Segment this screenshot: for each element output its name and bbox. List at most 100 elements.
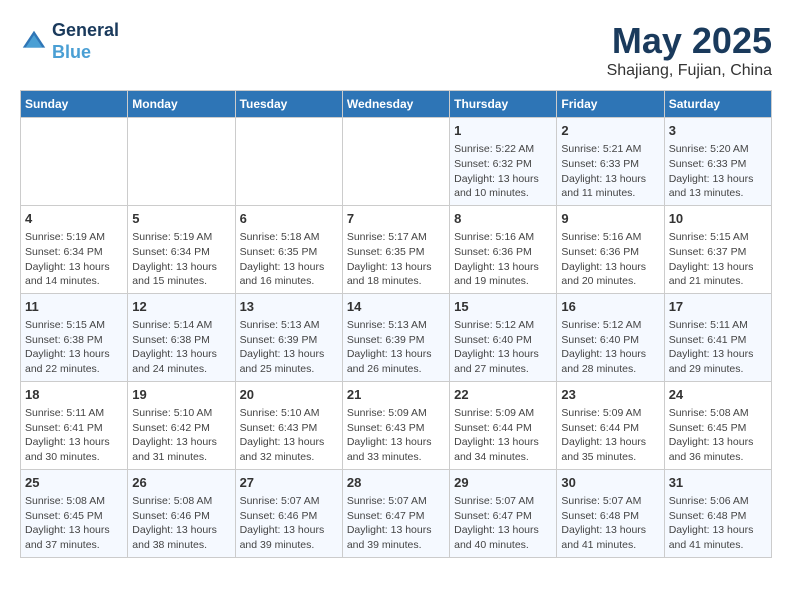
day-number: 21 bbox=[347, 386, 445, 404]
day-content: Sunrise: 5:08 AM Sunset: 6:46 PM Dayligh… bbox=[132, 494, 230, 553]
day-content: Sunrise: 5:09 AM Sunset: 6:44 PM Dayligh… bbox=[454, 406, 552, 465]
day-cell: 18 Sunrise: 5:11 AM Sunset: 6:41 PM Dayli… bbox=[21, 381, 128, 469]
header-wednesday: Wednesday bbox=[342, 91, 449, 118]
day-content: Sunrise: 5:12 AM Sunset: 6:40 PM Dayligh… bbox=[561, 318, 659, 377]
header-thursday: Thursday bbox=[450, 91, 557, 118]
day-cell: 3 Sunrise: 5:20 AM Sunset: 6:33 PM Daylig… bbox=[664, 118, 771, 206]
day-content: Sunrise: 5:10 AM Sunset: 6:43 PM Dayligh… bbox=[240, 406, 338, 465]
day-number: 26 bbox=[132, 474, 230, 492]
day-content: Sunrise: 5:07 AM Sunset: 6:46 PM Dayligh… bbox=[240, 494, 338, 553]
day-number: 18 bbox=[25, 386, 123, 404]
day-number: 31 bbox=[669, 474, 767, 492]
week-row-2: 4 Sunrise: 5:19 AM Sunset: 6:34 PM Daylig… bbox=[21, 205, 772, 293]
calendar-table: SundayMondayTuesdayWednesdayThursdayFrid… bbox=[20, 90, 772, 558]
day-content: Sunrise: 5:11 AM Sunset: 6:41 PM Dayligh… bbox=[25, 406, 123, 465]
day-cell: 5 Sunrise: 5:19 AM Sunset: 6:34 PM Daylig… bbox=[128, 205, 235, 293]
day-cell: 31 Sunrise: 5:06 AM Sunset: 6:48 PM Dayli… bbox=[664, 469, 771, 557]
week-row-3: 11 Sunrise: 5:15 AM Sunset: 6:38 PM Dayli… bbox=[21, 293, 772, 381]
day-cell: 4 Sunrise: 5:19 AM Sunset: 6:34 PM Daylig… bbox=[21, 205, 128, 293]
day-cell: 8Sunrise: 5:16 AM Sunset: 6:36 PM Daylig… bbox=[450, 205, 557, 293]
day-number: 23 bbox=[561, 386, 659, 404]
day-cell: 16 Sunrise: 5:12 AM Sunset: 6:40 PM Dayli… bbox=[557, 293, 664, 381]
day-cell: 19 Sunrise: 5:10 AM Sunset: 6:42 PM Dayli… bbox=[128, 381, 235, 469]
day-content: Sunrise: 5:06 AM Sunset: 6:48 PM Dayligh… bbox=[669, 494, 767, 553]
week-row-4: 18 Sunrise: 5:11 AM Sunset: 6:41 PM Dayli… bbox=[21, 381, 772, 469]
day-content: Sunrise: 5:21 AM Sunset: 6:33 PM Dayligh… bbox=[561, 142, 659, 201]
day-content: Sunrise: 5:22 AM Sunset: 6:32 PM Dayligh… bbox=[454, 142, 552, 201]
day-number: 11 bbox=[25, 298, 123, 316]
sub-title: Shajiang, Fujian, China bbox=[607, 62, 772, 80]
header-sunday: Sunday bbox=[21, 91, 128, 118]
day-number: 5 bbox=[132, 210, 230, 228]
day-content: Sunrise: 5:09 AM Sunset: 6:44 PM Dayligh… bbox=[561, 406, 659, 465]
day-cell: 12 Sunrise: 5:14 AM Sunset: 6:38 PM Dayli… bbox=[128, 293, 235, 381]
day-content: Sunrise: 5:11 AM Sunset: 6:41 PM Dayligh… bbox=[669, 318, 767, 377]
day-number: 27 bbox=[240, 474, 338, 492]
day-cell: 6Sunrise: 5:18 AM Sunset: 6:35 PM Daylig… bbox=[235, 205, 342, 293]
day-number: 6 bbox=[240, 210, 338, 228]
day-number: 8 bbox=[454, 210, 552, 228]
day-cell bbox=[128, 118, 235, 206]
day-cell: 17 Sunrise: 5:11 AM Sunset: 6:41 PM Dayli… bbox=[664, 293, 771, 381]
day-number: 20 bbox=[240, 386, 338, 404]
day-cell bbox=[21, 118, 128, 206]
day-number: 7 bbox=[347, 210, 445, 228]
day-number: 24 bbox=[669, 386, 767, 404]
day-cell: 23 Sunrise: 5:09 AM Sunset: 6:44 PM Dayli… bbox=[557, 381, 664, 469]
day-number: 10 bbox=[669, 210, 767, 228]
day-cell: 7 Sunrise: 5:17 AM Sunset: 6:35 PM Daylig… bbox=[342, 205, 449, 293]
week-row-5: 25 Sunrise: 5:08 AM Sunset: 6:45 PM Dayli… bbox=[21, 469, 772, 557]
day-content: Sunrise: 5:19 AM Sunset: 6:34 PM Dayligh… bbox=[25, 230, 123, 289]
day-number: 19 bbox=[132, 386, 230, 404]
week-row-1: 1Sunrise: 5:22 AM Sunset: 6:32 PM Daylig… bbox=[21, 118, 772, 206]
day-content: Sunrise: 5:07 AM Sunset: 6:47 PM Dayligh… bbox=[454, 494, 552, 553]
day-cell: 26 Sunrise: 5:08 AM Sunset: 6:46 PM Dayli… bbox=[128, 469, 235, 557]
day-number: 15 bbox=[454, 298, 552, 316]
day-cell: 10 Sunrise: 5:15 AM Sunset: 6:37 PM Dayli… bbox=[664, 205, 771, 293]
day-number: 17 bbox=[669, 298, 767, 316]
day-number: 2 bbox=[561, 122, 659, 140]
day-cell: 24 Sunrise: 5:08 AM Sunset: 6:45 PM Dayli… bbox=[664, 381, 771, 469]
day-cell: 13Sunrise: 5:13 AM Sunset: 6:39 PM Dayli… bbox=[235, 293, 342, 381]
day-number: 16 bbox=[561, 298, 659, 316]
day-cell: 11 Sunrise: 5:15 AM Sunset: 6:38 PM Dayli… bbox=[21, 293, 128, 381]
day-number: 29 bbox=[454, 474, 552, 492]
day-cell: 27 Sunrise: 5:07 AM Sunset: 6:46 PM Dayli… bbox=[235, 469, 342, 557]
day-cell: 30Sunrise: 5:07 AM Sunset: 6:48 PM Dayli… bbox=[557, 469, 664, 557]
day-content: Sunrise: 5:12 AM Sunset: 6:40 PM Dayligh… bbox=[454, 318, 552, 377]
day-number: 14 bbox=[347, 298, 445, 316]
header-friday: Friday bbox=[557, 91, 664, 118]
day-cell: 20 Sunrise: 5:10 AM Sunset: 6:43 PM Dayli… bbox=[235, 381, 342, 469]
day-cell bbox=[342, 118, 449, 206]
day-content: Sunrise: 5:19 AM Sunset: 6:34 PM Dayligh… bbox=[132, 230, 230, 289]
day-number: 25 bbox=[25, 474, 123, 492]
day-cell: 29 Sunrise: 5:07 AM Sunset: 6:47 PM Dayli… bbox=[450, 469, 557, 557]
day-content: Sunrise: 5:16 AM Sunset: 6:36 PM Dayligh… bbox=[561, 230, 659, 289]
header-saturday: Saturday bbox=[664, 91, 771, 118]
day-content: Sunrise: 5:15 AM Sunset: 6:37 PM Dayligh… bbox=[669, 230, 767, 289]
day-number: 4 bbox=[25, 210, 123, 228]
day-number: 3 bbox=[669, 122, 767, 140]
logo: General Blue bbox=[20, 20, 119, 63]
page-header: General Blue May 2025 Shajiang, Fujian, … bbox=[20, 20, 772, 80]
day-number: 9 bbox=[561, 210, 659, 228]
day-number: 30 bbox=[561, 474, 659, 492]
day-cell: 2 Sunrise: 5:21 AM Sunset: 6:33 PM Daylig… bbox=[557, 118, 664, 206]
day-content: Sunrise: 5:20 AM Sunset: 6:33 PM Dayligh… bbox=[669, 142, 767, 201]
day-content: Sunrise: 5:10 AM Sunset: 6:42 PM Dayligh… bbox=[132, 406, 230, 465]
day-content: Sunrise: 5:17 AM Sunset: 6:35 PM Dayligh… bbox=[347, 230, 445, 289]
day-content: Sunrise: 5:14 AM Sunset: 6:38 PM Dayligh… bbox=[132, 318, 230, 377]
day-content: Sunrise: 5:08 AM Sunset: 6:45 PM Dayligh… bbox=[669, 406, 767, 465]
logo-icon bbox=[20, 28, 48, 56]
day-number: 12 bbox=[132, 298, 230, 316]
day-content: Sunrise: 5:13 AM Sunset: 6:39 PM Dayligh… bbox=[347, 318, 445, 377]
day-cell bbox=[235, 118, 342, 206]
day-number: 28 bbox=[347, 474, 445, 492]
day-content: Sunrise: 5:15 AM Sunset: 6:38 PM Dayligh… bbox=[25, 318, 123, 377]
day-cell: 22Sunrise: 5:09 AM Sunset: 6:44 PM Dayli… bbox=[450, 381, 557, 469]
day-cell: 14 Sunrise: 5:13 AM Sunset: 6:39 PM Dayli… bbox=[342, 293, 449, 381]
day-content: Sunrise: 5:07 AM Sunset: 6:47 PM Dayligh… bbox=[347, 494, 445, 553]
main-title: May 2025 bbox=[607, 20, 772, 62]
day-content: Sunrise: 5:08 AM Sunset: 6:45 PM Dayligh… bbox=[25, 494, 123, 553]
day-cell: 25 Sunrise: 5:08 AM Sunset: 6:45 PM Dayli… bbox=[21, 469, 128, 557]
